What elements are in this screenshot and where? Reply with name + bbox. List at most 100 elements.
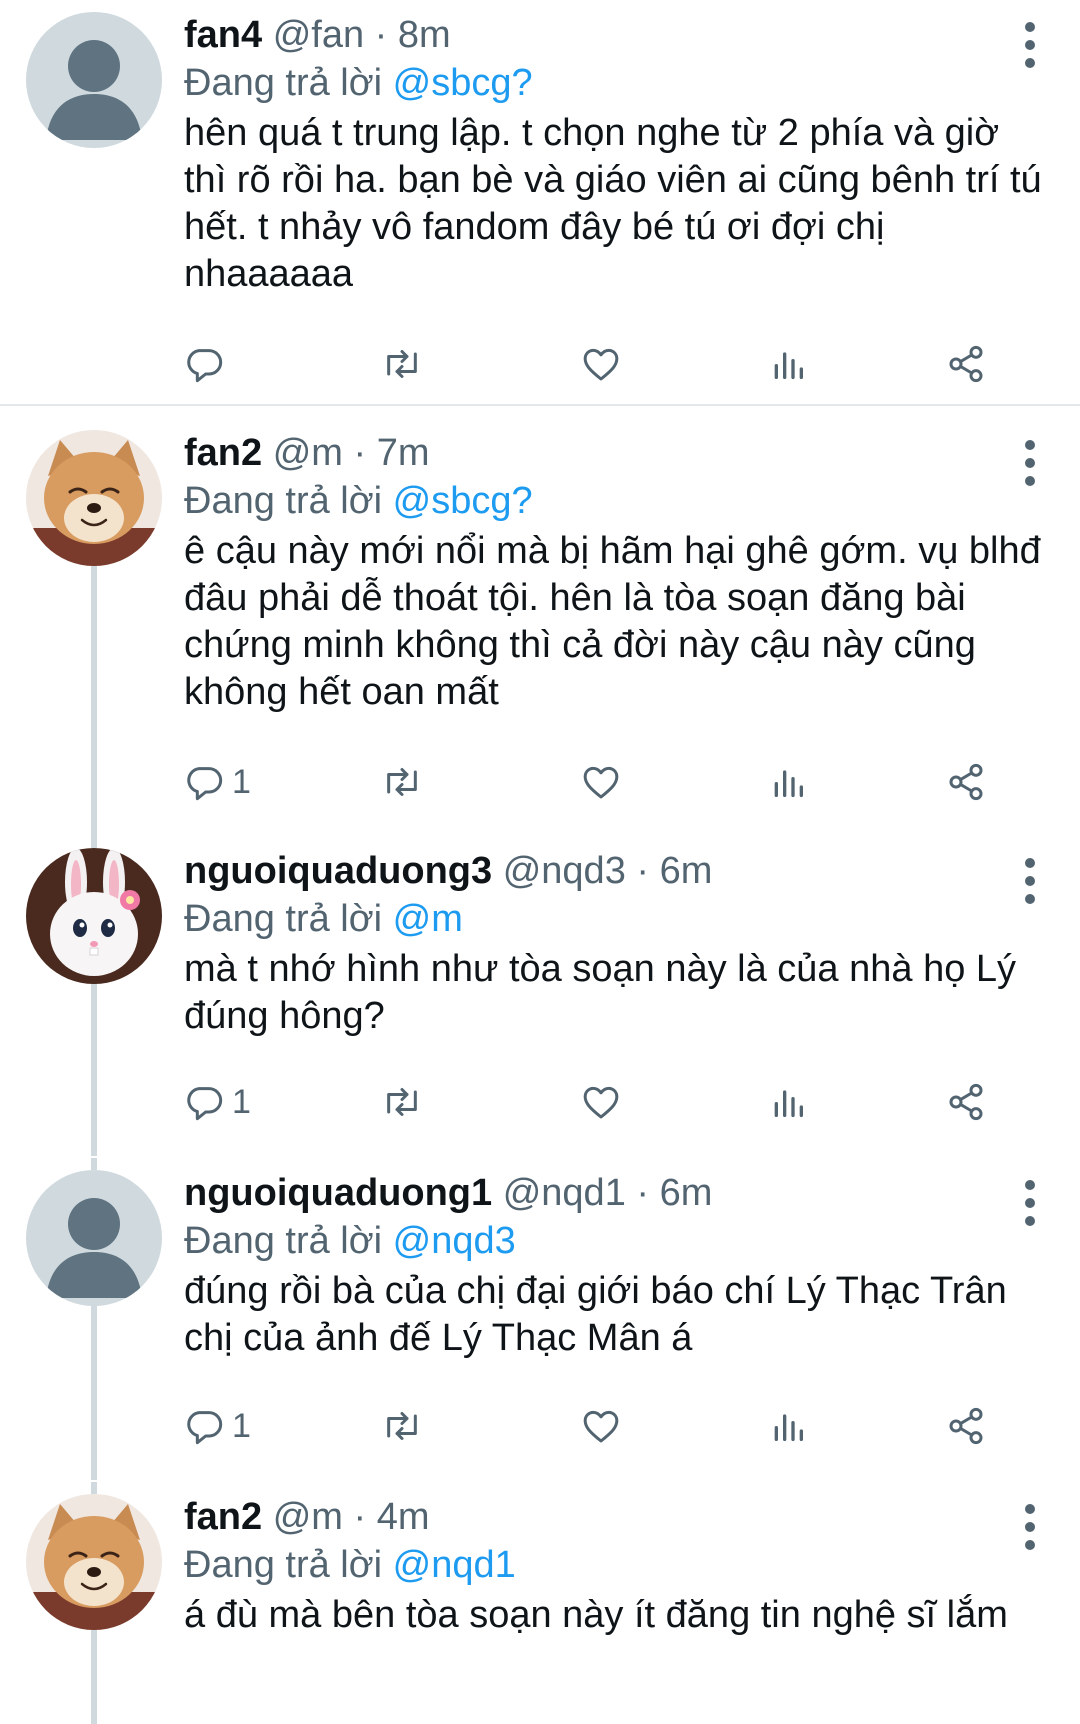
like-button[interactable] xyxy=(580,336,622,392)
retweet-icon xyxy=(387,1412,417,1440)
timestamp[interactable]: · 7m xyxy=(354,432,430,474)
more-options-icon[interactable] xyxy=(1018,18,1042,72)
tweet-header: nguoiquaduong3 @nqd3 · 6m xyxy=(184,848,712,894)
more-options-icon[interactable] xyxy=(1018,436,1042,490)
thread-line xyxy=(91,1482,97,1494)
replying-to: Đang trả lời @nqd3 xyxy=(184,1218,516,1264)
tweet-text: ê cậu này mới nổi mà bị hãm hại ghê gớm.… xyxy=(184,530,1041,713)
reply-button[interactable]: 1 xyxy=(184,1398,251,1454)
retweet-button[interactable] xyxy=(380,1074,424,1130)
tweet-actions xyxy=(184,336,1024,392)
reply-button[interactable] xyxy=(184,336,232,392)
tweet-header: nguoiquaduong1 @nqd1 · 6m xyxy=(184,1170,712,1216)
tweet-text: đúng rồi bà của chị đại giới báo chí Lý … xyxy=(184,1270,1007,1359)
tweet-actions: 1 xyxy=(184,754,1024,810)
replying-prefix: Đang trả lời xyxy=(184,898,383,940)
more-options-icon[interactable] xyxy=(1018,854,1042,908)
mention-link[interactable]: @sbcg? xyxy=(393,62,533,104)
display-name[interactable]: nguoiquaduong1 xyxy=(184,1172,492,1214)
mention-link[interactable]: @nqd3 xyxy=(393,1220,516,1262)
share-icon xyxy=(949,1407,983,1445)
display-name[interactable]: fan4 xyxy=(184,14,262,56)
retweet-button[interactable] xyxy=(380,336,424,392)
divider xyxy=(0,404,1080,406)
more-options-icon[interactable] xyxy=(1018,1176,1042,1230)
analytics-button[interactable] xyxy=(770,336,806,392)
retweet-icon xyxy=(387,1088,417,1116)
share-button[interactable] xyxy=(946,1398,986,1454)
replying-prefix: Đang trả lời xyxy=(184,1544,383,1586)
handle[interactable]: @m xyxy=(273,432,343,474)
timestamp[interactable]: · 8m xyxy=(375,14,451,56)
mention-link[interactable]: @nqd1 xyxy=(393,1544,516,1586)
display-name[interactable]: fan2 xyxy=(184,432,262,474)
replying-prefix: Đang trả lời xyxy=(184,62,383,104)
retweet-button[interactable] xyxy=(380,1398,424,1454)
share-icon xyxy=(949,345,983,383)
replying-to: Đang trả lời @nqd1 xyxy=(184,1542,516,1588)
handle[interactable]: @m xyxy=(273,1496,343,1538)
more-options-icon[interactable] xyxy=(1018,1500,1042,1554)
timestamp[interactable]: · 4m xyxy=(354,1496,430,1538)
analytics-button[interactable] xyxy=(770,1398,806,1454)
like-button[interactable] xyxy=(580,1074,622,1130)
analytics-icon xyxy=(774,1090,803,1117)
tweet[interactable]: fan2 @m · 7m Đang trả lời @sbcg? ê cậu n… xyxy=(0,418,1080,836)
handle[interactable]: @fan xyxy=(273,14,364,56)
heart-icon xyxy=(583,766,619,799)
shiba-dog-avatar[interactable] xyxy=(26,1494,162,1630)
reply-button[interactable]: 1 xyxy=(184,1074,251,1130)
like-button[interactable] xyxy=(580,754,622,810)
tweet[interactable]: fan2 @m · 4m Đang trả lời @nqd1 á đù mà … xyxy=(0,1482,1080,1724)
analytics-button[interactable] xyxy=(770,754,806,810)
timestamp[interactable]: · 6m xyxy=(636,1172,712,1214)
tweet[interactable]: fan4 @fan · 8m Đang trả lời @sbcg? hên q… xyxy=(0,0,1080,408)
share-icon xyxy=(949,1083,983,1121)
display-name[interactable]: nguoiquaduong3 xyxy=(184,850,492,892)
replying-to: Đang trả lời @sbcg? xyxy=(184,60,533,106)
like-button[interactable] xyxy=(580,1398,622,1454)
thread-line xyxy=(91,562,97,836)
tweet-text: á đù mà bên tòa soạn này ít đăng tin ngh… xyxy=(184,1594,1008,1636)
analytics-button[interactable] xyxy=(770,1074,806,1130)
reply-count: 1 xyxy=(232,762,251,801)
analytics-icon xyxy=(774,1414,803,1441)
tweet-actions: 1 xyxy=(184,1398,1024,1454)
display-name[interactable]: fan2 xyxy=(184,1496,262,1538)
mention-link[interactable]: @m xyxy=(393,898,463,940)
thread-line xyxy=(91,1158,97,1170)
reply-icon xyxy=(187,1087,223,1121)
heart-icon xyxy=(583,1086,619,1119)
timestamp[interactable]: · 6m xyxy=(636,850,712,892)
share-button[interactable] xyxy=(946,1074,986,1130)
handle[interactable]: @nqd1 xyxy=(503,1172,626,1214)
reply-button[interactable]: 1 xyxy=(184,754,251,810)
share-button[interactable] xyxy=(946,336,986,392)
replying-prefix: Đang trả lời xyxy=(184,480,383,522)
share-button[interactable] xyxy=(946,754,986,810)
heart-icon xyxy=(583,348,619,381)
tweet-header: fan2 @m · 7m xyxy=(184,430,430,476)
thread-line xyxy=(91,980,97,1156)
tweet[interactable]: nguoiquaduong3 @nqd3 · 6m Đang trả lời @… xyxy=(0,836,1080,1156)
reply-icon xyxy=(187,1411,223,1445)
analytics-icon xyxy=(774,770,803,797)
mention-link[interactable]: @sbcg? xyxy=(393,480,533,522)
reply-count: 1 xyxy=(232,1082,251,1121)
default-avatar-icon[interactable] xyxy=(26,1170,162,1306)
tweet-header: fan4 @fan · 8m xyxy=(184,12,451,58)
replying-to: Đang trả lời @m xyxy=(184,896,463,942)
retweet-icon xyxy=(387,768,417,796)
reply-icon xyxy=(187,349,223,383)
share-icon xyxy=(949,763,983,801)
shiba-dog-avatar[interactable] xyxy=(26,430,162,566)
reply-count: 1 xyxy=(232,1406,251,1445)
handle[interactable]: @nqd3 xyxy=(503,850,626,892)
default-avatar-icon[interactable] xyxy=(26,12,162,148)
tweet-header: fan2 @m · 4m xyxy=(184,1494,430,1540)
thread-line xyxy=(91,1302,97,1480)
retweet-button[interactable] xyxy=(380,754,424,810)
tweet[interactable]: nguoiquaduong1 @nqd1 · 6m Đang trả lời @… xyxy=(0,1158,1080,1480)
analytics-icon xyxy=(774,352,803,379)
white-bunny-avatar[interactable] xyxy=(26,848,162,984)
